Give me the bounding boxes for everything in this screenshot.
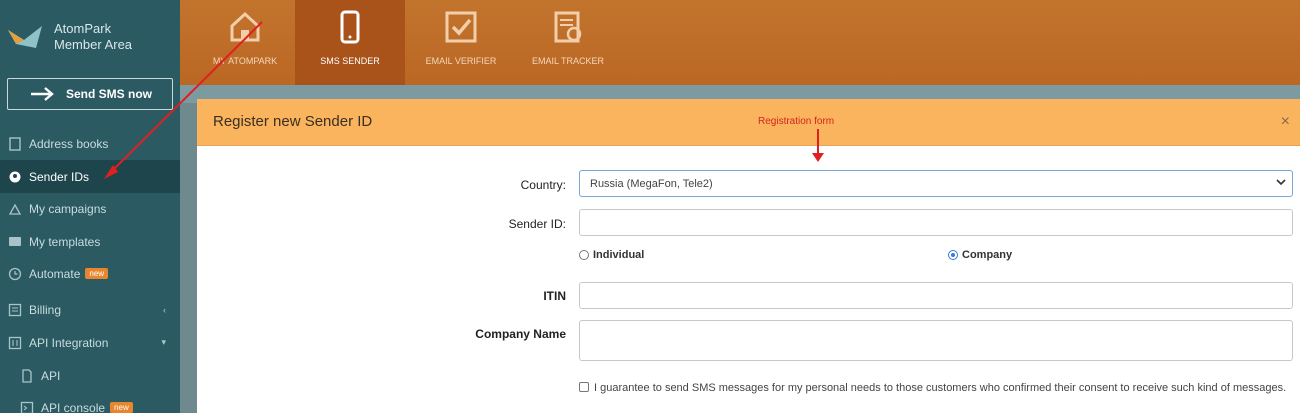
tab-my-atompark[interactable]: MY ATOMPARK — [196, 0, 294, 85]
guarantee-text: I guarantee to send SMS messages for my … — [594, 382, 1287, 394]
campaign-icon — [8, 203, 22, 215]
sidebar-item-billing[interactable]: Billing ‹ — [0, 293, 180, 326]
phone-icon — [340, 10, 360, 44]
radio-company[interactable]: Company — [948, 249, 1012, 261]
sidebar-item-label: API — [41, 368, 61, 383]
sidebar-item-label: API console — [41, 400, 106, 413]
tracker-icon — [554, 11, 582, 43]
template-icon — [9, 236, 21, 246]
sidebar-item-sender-ids[interactable]: Sender IDs — [0, 160, 180, 193]
file-icon — [22, 368, 32, 383]
sidebar-item-api-integration[interactable]: API Integration ▾ — [0, 326, 180, 359]
billing-icon — [8, 303, 22, 316]
guarantee-checkbox[interactable] — [579, 382, 589, 392]
tab-email-verifier[interactable]: EMAIL VERIFIER — [412, 0, 510, 85]
sidebar-item-label: Billing — [29, 302, 62, 317]
sidebar-item-address-books[interactable]: Address books — [0, 127, 180, 160]
annotation-label: Registration form — [758, 116, 835, 127]
console-icon — [20, 401, 34, 413]
sender-id-icon — [9, 171, 21, 182]
clock-icon — [8, 267, 22, 280]
send-sms-now-label: Send SMS now — [66, 87, 153, 101]
chevron-down-icon — [1276, 179, 1286, 186]
logo[interactable]: AtomPark Member Area — [0, 0, 180, 70]
sidebar: AtomPark Member Area Send SMS now Addres… — [0, 0, 180, 413]
sidebar-item-label: Automate — [29, 266, 81, 281]
sidebar-item-label: Address books — [29, 136, 109, 151]
sidebar-item-label: My campaigns — [29, 201, 107, 216]
book-icon — [9, 136, 21, 151]
register-sender-id-modal: Register new Sender ID Registration form… — [197, 99, 1300, 413]
modal-title: Register new Sender ID — [213, 113, 373, 130]
arrow-right-icon — [31, 87, 54, 101]
check-icon — [445, 11, 477, 43]
sidebar-item-label: My templates — [29, 234, 101, 249]
chevron-down-icon: ▾ — [161, 337, 166, 347]
sidebar-item-automate[interactable]: Automate new — [0, 257, 180, 290]
send-sms-now-button[interactable]: Send SMS now — [7, 78, 173, 110]
sidebar-item-label: Sender IDs — [29, 169, 90, 184]
country-select[interactable]: Russia (MegaFon, Tele2) — [579, 170, 1293, 197]
guarantee-checkbox-row[interactable]: I guarantee to send SMS messages for my … — [579, 380, 1291, 396]
sidebar-item-my-campaigns[interactable]: My campaigns — [0, 192, 180, 225]
sender-id-label: Sender ID: — [508, 217, 566, 231]
country-label: Country: — [520, 178, 566, 192]
api-icon — [8, 336, 22, 349]
brand-line1: AtomPark — [54, 21, 112, 36]
company-name-label: Company Name — [475, 327, 566, 341]
sidebar-item-my-templates[interactable]: My templates — [0, 225, 180, 258]
itin-input[interactable] — [579, 282, 1293, 309]
sender-id-input[interactable] — [579, 209, 1293, 236]
sidebar-item-api[interactable]: API — [0, 359, 180, 392]
tab-email-tracker[interactable]: EMAIL TRACKER — [518, 0, 618, 85]
sidebar-item-api-console[interactable]: API console new — [0, 391, 180, 413]
tab-sms-sender[interactable]: SMS SENDER — [295, 0, 405, 85]
sidebar-item-label: API Integration — [29, 335, 109, 350]
company-name-textarea[interactable] — [579, 320, 1293, 361]
radio-individual[interactable]: Individual — [579, 249, 644, 261]
new-badge: new — [85, 268, 109, 279]
radio-circle — [579, 250, 589, 260]
atompark-logo-icon — [8, 26, 42, 48]
home-icon — [230, 11, 260, 42]
brand-line2: Member Area — [54, 37, 133, 52]
itin-label: ITIN — [543, 289, 566, 303]
chevron-left-icon: ‹ — [163, 304, 166, 315]
modal-header: Register new Sender ID Registration form… — [197, 99, 1300, 146]
new-badge: new — [110, 402, 133, 413]
close-icon[interactable]: × — [1281, 113, 1290, 131]
radio-circle-selected — [948, 250, 958, 260]
country-value: Russia (MegaFon, Tele2) — [590, 178, 713, 190]
